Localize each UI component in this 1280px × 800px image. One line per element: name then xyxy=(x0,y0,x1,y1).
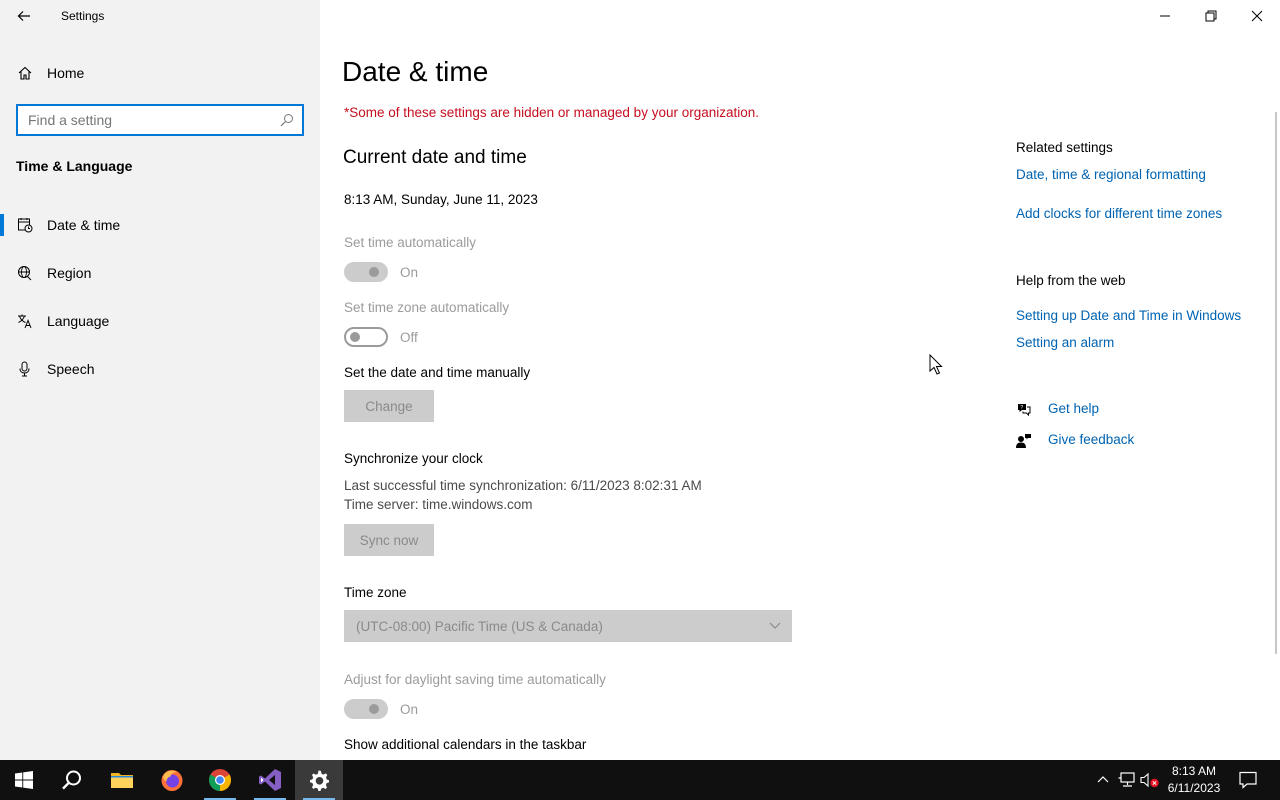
start-button[interactable] xyxy=(0,760,48,800)
related-settings-heading: Related settings xyxy=(1016,140,1113,155)
current-date-time-heading: Current date and time xyxy=(343,147,527,168)
network-button[interactable] xyxy=(1117,760,1137,800)
show-hidden-icons-button[interactable] xyxy=(1094,760,1112,800)
sync-heading: Synchronize your clock xyxy=(344,451,483,466)
file-explorer-button[interactable] xyxy=(98,760,146,800)
additional-calendars-label: Show additional calendars in the taskbar xyxy=(344,737,587,752)
taskbar-clock[interactable]: 8:13 AM 6/11/2023 xyxy=(1160,763,1228,797)
vertical-scrollbar[interactable] xyxy=(1275,112,1277,654)
sidebar-item-language[interactable]: Language xyxy=(0,303,320,339)
org-notice: *Some of these settings are hidden or ma… xyxy=(344,105,760,120)
visual-studio-button[interactable] xyxy=(246,760,294,800)
visual-studio-icon xyxy=(259,769,281,791)
minimize-button[interactable] xyxy=(1142,0,1188,32)
network-icon xyxy=(1118,772,1135,787)
toggle-knob xyxy=(350,332,360,342)
dst-state: On xyxy=(400,702,419,717)
app-title: Settings xyxy=(61,9,105,23)
search-icon xyxy=(62,770,81,790)
toggle-knob xyxy=(369,267,379,277)
search-box[interactable] xyxy=(16,104,304,136)
sidebar-item-speech[interactable]: Speech xyxy=(0,351,320,387)
globe-icon xyxy=(18,266,32,281)
chrome-icon xyxy=(209,769,231,791)
timezone-value: (UTC-08:00) Pacific Time (US & Canada) xyxy=(356,618,603,634)
chrome-button[interactable] xyxy=(196,760,244,800)
chat-help-icon: ? xyxy=(1018,404,1031,417)
firefox-icon xyxy=(161,770,183,791)
firefox-button[interactable] xyxy=(148,760,196,800)
home-label: Home xyxy=(47,65,85,81)
back-arrow-icon xyxy=(17,11,30,21)
give-feedback-label: Give feedback xyxy=(1048,432,1135,447)
change-button[interactable]: Change xyxy=(344,390,434,422)
setting-alarm-link[interactable]: Setting an alarm xyxy=(1016,335,1114,350)
sidebar-item-label: Region xyxy=(47,265,92,281)
toggle-knob xyxy=(369,704,379,714)
time-server-text: Time server: time.windows.com xyxy=(344,497,533,512)
page-title: Date & time xyxy=(342,56,489,87)
svg-text:?: ? xyxy=(1020,405,1023,411)
gear-icon xyxy=(310,770,329,791)
last-sync-text: Last successful time synchronization: 6/… xyxy=(344,478,702,493)
notification-icon xyxy=(1239,771,1257,789)
sidebar-item-date-time[interactable]: Date & time xyxy=(0,207,320,243)
dst-toggle[interactable] xyxy=(344,699,388,719)
regional-formatting-link[interactable]: Date, time & regional formatting xyxy=(1016,167,1206,182)
chevron-down-icon xyxy=(769,622,781,629)
back-button[interactable] xyxy=(10,4,38,28)
dst-label: Adjust for daylight saving time automati… xyxy=(344,672,606,687)
set-time-auto-toggle[interactable] xyxy=(344,262,388,282)
set-timezone-auto-toggle[interactable] xyxy=(344,327,388,347)
manual-set-label: Set the date and time manually xyxy=(344,365,531,380)
close-button[interactable] xyxy=(1234,0,1280,32)
timezone-dropdown[interactable]: (UTC-08:00) Pacific Time (US & Canada) xyxy=(344,610,792,642)
volume-button[interactable] xyxy=(1140,760,1160,800)
language-icon xyxy=(18,314,32,329)
set-time-auto-label: Set time automatically xyxy=(344,235,477,250)
get-help-label: Get help xyxy=(1048,401,1100,416)
home-nav-item[interactable]: Home xyxy=(0,58,320,88)
search-input[interactable] xyxy=(18,112,268,128)
close-icon xyxy=(1251,10,1263,22)
add-clocks-link[interactable]: Add clocks for different time zones xyxy=(1016,206,1222,221)
microphone-icon xyxy=(19,361,30,377)
set-timezone-auto-label: Set time zone automatically xyxy=(344,300,510,315)
taskbar-search-button[interactable] xyxy=(48,760,96,800)
calendar-clock-icon xyxy=(18,218,33,233)
restore-icon xyxy=(1205,10,1217,22)
restore-button[interactable] xyxy=(1188,0,1234,32)
clock-time: 8:13 AM xyxy=(1171,764,1217,778)
chevron-up-icon xyxy=(1097,776,1109,783)
settings-taskbar-button[interactable] xyxy=(295,760,343,800)
help-from-web-heading: Help from the web xyxy=(1016,273,1126,288)
clock-date: 6/11/2023 xyxy=(1167,781,1221,795)
search-icon xyxy=(280,114,293,127)
sidebar: Settings Home Time & Language Date & tim… xyxy=(0,0,320,760)
timezone-label: Time zone xyxy=(344,585,407,600)
current-date-time-value: 8:13 AM, Sunday, June 11, 2023 xyxy=(344,192,538,207)
sidebar-item-label: Language xyxy=(47,313,110,329)
minimize-icon xyxy=(1160,15,1170,17)
home-icon xyxy=(18,66,32,80)
sidebar-item-region[interactable]: Region xyxy=(0,255,320,291)
windows-logo-icon xyxy=(15,771,33,789)
sync-now-button[interactable]: Sync now xyxy=(344,524,434,556)
taskbar: 8:13 AM 6/11/2023 xyxy=(0,760,1280,800)
feedback-icon xyxy=(1016,434,1031,448)
action-center-button[interactable] xyxy=(1236,760,1260,800)
set-timezone-auto-state: Off xyxy=(400,330,418,345)
sidebar-item-label: Speech xyxy=(47,361,95,377)
folder-icon xyxy=(111,773,133,788)
sidebar-item-label: Date & time xyxy=(47,217,121,233)
set-time-auto-state: On xyxy=(400,265,419,280)
volume-muted-icon xyxy=(1140,772,1159,788)
setting-up-date-time-link[interactable]: Setting up Date and Time in Windows xyxy=(1016,308,1241,323)
mouse-pointer-icon xyxy=(929,354,943,375)
section-title: Time & Language xyxy=(16,158,133,174)
